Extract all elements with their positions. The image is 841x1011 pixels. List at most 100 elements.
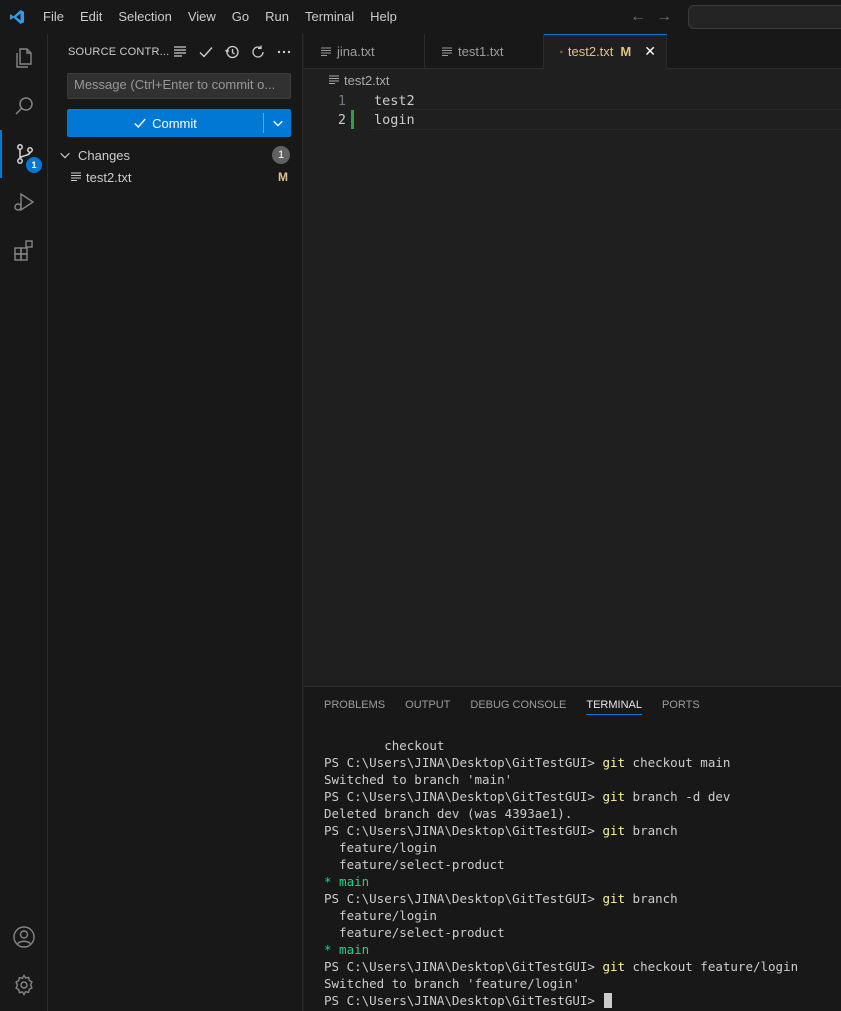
terminal-line: Switched to branch 'feature/login' <box>324 976 580 991</box>
commit-message-input[interactable]: Message (Ctrl+Enter to commit o... <box>67 73 291 99</box>
terminal-prompt: PS C:\Users\JINA\Desktop\GitTestGUI> <box>324 993 603 1008</box>
menu-view[interactable]: View <box>180 0 224 34</box>
terminal-command: git <box>602 959 626 974</box>
account-icon[interactable] <box>0 913 48 961</box>
terminal-line: PS C:\Users\JINA\Desktop\GitTestGUI> git… <box>324 754 834 771</box>
settings-gear-icon[interactable] <box>0 961 48 1009</box>
chevron-down-icon <box>272 120 283 127</box>
gutter-bar <box>351 91 354 110</box>
terminal-prompt: PS C:\Users\JINA\Desktop\GitTestGUI> <box>324 823 603 838</box>
terminal-args: checkout feature/login <box>625 959 799 974</box>
menu-bar: File Edit Selection View Go Run Terminal… <box>35 0 405 34</box>
menu-file[interactable]: File <box>35 0 72 34</box>
changes-count-badge: 1 <box>272 146 290 164</box>
tab-label: test2.txt <box>567 44 614 59</box>
terminal-command: git <box>602 789 626 804</box>
menu-selection[interactable]: Selection <box>110 0 179 34</box>
terminal-prompt: PS C:\Users\JINA\Desktop\GitTestGUI> <box>324 789 603 804</box>
menu-edit[interactable]: Edit <box>72 0 110 34</box>
changed-file-name: test2.txt <box>86 169 132 185</box>
terminal-line: feature/login <box>324 908 437 923</box>
close-icon[interactable]: ✕ <box>644 43 656 60</box>
back-arrow-icon[interactable]: ← <box>630 8 646 26</box>
forward-arrow-icon[interactable]: → <box>656 8 672 26</box>
commit-button[interactable]: Commit <box>67 109 263 137</box>
text-file-icon <box>442 46 452 56</box>
changes-label: Changes <box>78 147 131 163</box>
terminal-output[interactable]: checkout PS C:\Users\JINA\Desktop\GitTest… <box>324 737 834 1009</box>
commit-button-label: Commit <box>152 115 197 131</box>
chevron-down-icon <box>58 148 78 162</box>
refresh-icon[interactable] <box>248 42 268 62</box>
tab-terminal[interactable]: TERMINAL <box>576 687 652 723</box>
terminal-line: PS C:\Users\JINA\Desktop\GitTestGUI> git… <box>324 958 834 975</box>
more-actions-icon[interactable] <box>274 42 294 62</box>
terminal-args: branch <box>625 823 678 838</box>
line-text: login <box>374 111 415 128</box>
terminal-line: Switched to branch 'main' <box>324 772 513 787</box>
tab-debug-console[interactable]: DEBUG CONSOLE <box>460 687 576 723</box>
source-control-icon[interactable]: 1 <box>0 130 48 178</box>
editor-tabs: jina.txt test1.txt test2.txt M ✕ <box>304 34 841 69</box>
text-file-icon <box>70 171 86 183</box>
bottom-panel: PROBLEMS OUTPUT DEBUG CONSOLE TERMINAL P… <box>304 686 841 1011</box>
tab-problems[interactable]: PROBLEMS <box>314 687 395 723</box>
terminal-prompt: PS C:\Users\JINA\Desktop\GitTestGUI> <box>324 891 603 906</box>
tab-output[interactable]: OUTPUT <box>395 687 460 723</box>
tab-ports[interactable]: PORTS <box>652 687 710 723</box>
terminal-line: feature/select-product <box>324 857 505 872</box>
commit-check-icon[interactable] <box>196 42 216 62</box>
code-editor[interactable]: 1 test2 2 login <box>304 91 841 686</box>
file-status-modified: M <box>278 170 288 184</box>
terminal-cursor <box>604 993 613 1008</box>
view-as-list-icon[interactable] <box>170 42 190 62</box>
sidebar-actions <box>170 42 294 62</box>
check-icon <box>134 118 146 128</box>
line-number: 1 <box>337 92 346 109</box>
tab-test1[interactable]: test1.txt <box>425 34 544 69</box>
menu-help[interactable]: Help <box>362 0 405 34</box>
source-control-badge: 1 <box>26 157 42 173</box>
menu-terminal[interactable]: Terminal <box>297 0 362 34</box>
tab-jina[interactable]: jina.txt <box>304 34 425 69</box>
terminal-args: checkout main <box>625 755 731 770</box>
tab-modified-status: M <box>620 44 632 59</box>
run-debug-icon[interactable] <box>0 178 48 226</box>
terminal-args: branch -d dev <box>625 789 731 804</box>
terminal-line: feature/select-product <box>324 925 505 940</box>
vscode-logo-icon <box>0 0 34 34</box>
editor-line: 1 test2 <box>304 91 841 110</box>
explorer-icon[interactable] <box>0 34 48 82</box>
commit-dropdown-button[interactable] <box>264 109 291 137</box>
terminal-line: PS C:\Users\JINA\Desktop\GitTestGUI> git… <box>324 788 834 805</box>
breadcrumb[interactable]: test2.txt <box>304 69 841 91</box>
terminal-line: checkout <box>324 738 445 753</box>
source-control-sidebar: SOURCE CONTR... Message (Ctrl+Enter to c… <box>48 34 303 1011</box>
terminal-command: git <box>602 891 626 906</box>
tab-test2[interactable]: test2.txt M ✕ <box>544 34 667 69</box>
changed-file-row[interactable]: test2.txt M <box>48 166 302 188</box>
terminal-line: PS C:\Users\JINA\Desktop\GitTestGUI> <box>324 992 834 1009</box>
terminal-command: git <box>602 755 626 770</box>
search-icon[interactable] <box>0 82 48 130</box>
activity-bar: 1 <box>0 34 48 1011</box>
text-file-icon <box>329 75 339 85</box>
panel-tabs: PROBLEMS OUTPUT DEBUG CONSOLE TERMINAL P… <box>304 687 841 723</box>
extensions-icon[interactable] <box>0 226 48 274</box>
history-icon[interactable] <box>222 42 242 62</box>
terminal-args: branch <box>625 891 678 906</box>
menu-go[interactable]: Go <box>224 0 257 34</box>
text-file-icon <box>321 46 331 56</box>
changes-group[interactable]: Changes 1 <box>48 144 302 166</box>
editor-line: 2 login <box>304 110 841 129</box>
tab-label: jina.txt <box>337 44 375 59</box>
line-text: test2 <box>374 92 415 109</box>
terminal-line: * main <box>324 874 370 889</box>
terminal-prompt: PS C:\Users\JINA\Desktop\GitTestGUI> <box>324 959 603 974</box>
terminal-line: feature/login <box>324 840 437 855</box>
menu-run[interactable]: Run <box>257 0 297 34</box>
line-number: 2 <box>337 111 346 128</box>
commit-button-group: Commit <box>67 109 291 137</box>
added-line-gutter-indicator <box>351 110 354 129</box>
command-center-search[interactable] <box>688 5 841 29</box>
